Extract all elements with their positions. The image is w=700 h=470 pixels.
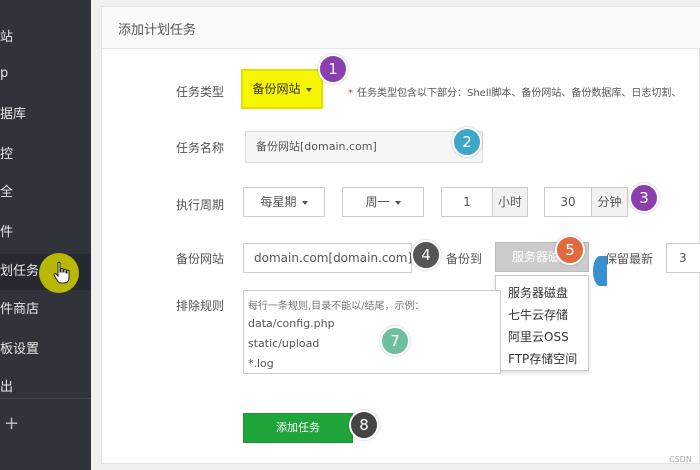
site-select[interactable]: domain.com[domain.com] [243,243,412,273]
sidebar-item-files[interactable]: 件 [0,215,91,251]
period-select[interactable]: 每星期 [243,187,325,217]
hour-input[interactable]: 1 [442,188,492,216]
task-name-input[interactable]: 备份网站[domain.com] [245,131,483,163]
exclude-label: 排除规则 [176,299,225,313]
weekday-select-value: 周一 [365,195,390,209]
sidebar: 站 p 据库 控 全 件 划任务 件商店 板设置 出 + [0,0,91,470]
annotation-badge-2: 2 [452,127,482,157]
sidebar-item-monitor[interactable]: 控 [0,137,91,173]
required-star: * [348,88,353,99]
task-type-select[interactable]: 备份网站 [241,69,323,109]
hint-text: 任务类型包含以下部分：Shell脚本、备份网站、备份数据库、日志切割、 [357,88,682,99]
sidebar-divider [0,398,91,399]
sidebar-item-app-store[interactable]: 件商店 [0,292,91,328]
caret-down-icon [394,200,401,205]
storage-option-local-disk[interactable]: 服务器磁盘 [508,284,568,301]
caret-down-icon [305,87,312,92]
exclude-line: static/upload [248,337,320,350]
period-label: 执行周期 [176,198,225,212]
sidebar-item-panel-settings[interactable]: 板设置 [0,332,91,368]
backup-to-label: 备份到 [446,252,483,266]
annotation-badge-8: 8 [349,410,379,440]
exclude-rules-textarea[interactable]: 每行一条规则,目录不能以/结尾，示例： data/config.php stat… [243,290,501,374]
storage-dropdown: 服务器磁盘 七牛云存储 阿里云OSS FTP存储空间 [495,275,589,371]
hand-cursor-icon [53,261,70,284]
hour-field[interactable]: 1 小时 [441,187,528,217]
exclude-line: data/config.php [248,317,335,330]
keep-latest-input[interactable]: 3 [666,243,700,273]
storage-option-aliyun-oss[interactable]: 阿里云OSS [508,328,569,345]
minute-input[interactable]: 30 [545,188,591,216]
sidebar-item-database[interactable]: 据库 [0,97,91,133]
plus-icon[interactable]: + [4,414,19,434]
task-type-label: 任务类型 [176,85,225,99]
add-cron-panel: 添加计划任务 任务类型 备份网站 * 任务类型包含以下部分：Shell脚本、备份网… [101,6,700,464]
sidebar-item-site[interactable]: 站 [0,20,91,56]
exclude-placeholder: 每行一条规则,目录不能以/结尾，示例： [248,301,425,312]
hour-unit: 小时 [492,188,527,216]
edge-badge [593,256,607,286]
period-select-value: 每星期 [260,195,297,209]
sidebar-item-security[interactable]: 全 [0,175,91,211]
panel-header: 添加计划任务 [102,7,700,49]
task-name-label: 任务名称 [176,141,225,155]
annotation-badge-4: 4 [411,240,441,270]
annotation-badge-3: 3 [629,183,659,213]
task-type-hint: * 任务类型包含以下部分：Shell脚本、备份网站、备份数据库、日志切割、 [348,84,681,99]
caret-down-icon [301,200,308,205]
page-title: 添加计划任务 [118,23,197,38]
minute-unit: 分钟 [591,188,627,216]
sidebar-item-logout[interactable]: 出 [0,370,91,406]
task-type-value: 备份网站 [252,82,301,96]
storage-option-ftp[interactable]: FTP存储空间 [508,350,577,367]
storage-option-qiniu[interactable]: 七牛云存储 [508,306,568,323]
weekday-select[interactable]: 周一 [342,187,424,217]
keep-latest-label: 保留最新 [605,252,654,266]
annotation-badge-1: 1 [318,54,348,84]
sidebar-item-ftp[interactable]: p [0,56,91,92]
site-label: 备份网站 [176,252,225,266]
exclude-line: *.log [248,357,274,370]
minute-field[interactable]: 30 分钟 [544,187,628,217]
annotation-badge-7: 7 [380,326,410,356]
watermark: CSDN [669,455,692,464]
add-task-button[interactable]: 添加任务 [243,413,353,443]
annotation-badge-5: 5 [555,235,585,265]
